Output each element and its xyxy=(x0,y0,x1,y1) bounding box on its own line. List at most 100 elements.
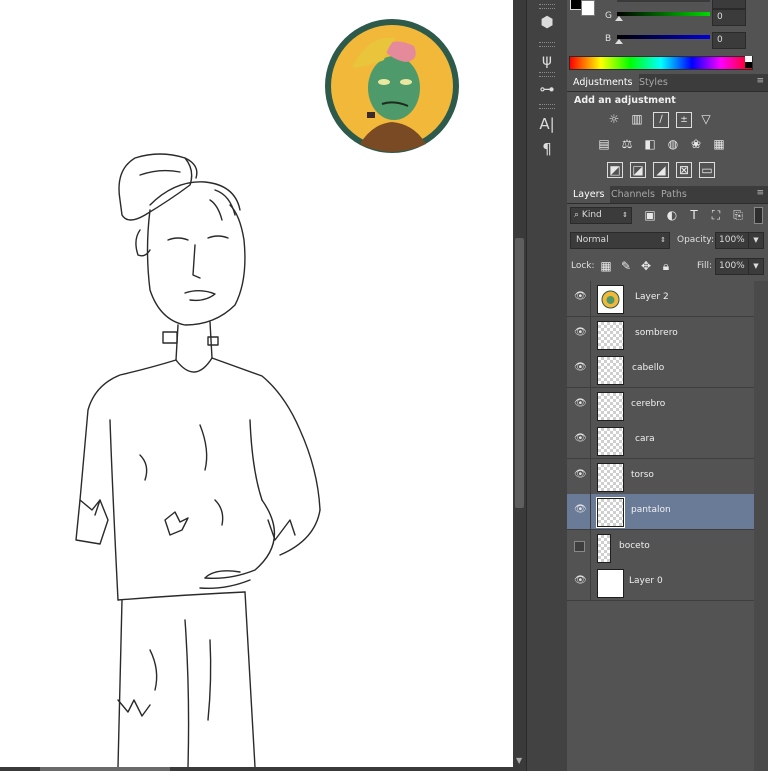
filter-toggle[interactable] xyxy=(754,207,763,224)
tab-paths[interactable]: Paths xyxy=(655,186,693,203)
color-lookup-icon[interactable]: ▦ xyxy=(712,137,726,151)
layer-thumbnail xyxy=(597,285,624,314)
invert-icon[interactable]: ◩ xyxy=(607,162,623,178)
layer-row[interactable]: 👁︎ sombrero xyxy=(567,316,754,353)
panel-menu-icon[interactable]: ≡ xyxy=(756,76,764,86)
layer-row[interactable]: 👁︎ cabello xyxy=(567,352,754,388)
paragraph-icon[interactable]: ¶ xyxy=(535,139,559,159)
character-icon[interactable]: A| xyxy=(535,114,559,134)
lock-position-icon[interactable]: ✥ xyxy=(639,259,653,273)
layer-row[interactable]: boceto xyxy=(567,529,754,566)
layer-name: cerebro xyxy=(631,398,666,409)
dock-grip[interactable] xyxy=(539,42,555,47)
hue-saturation-icon[interactable]: ▤ xyxy=(597,137,611,151)
layer-row-selected[interactable]: 👁︎ pantalon xyxy=(567,494,754,530)
tab-adjustments[interactable]: Adjustments xyxy=(567,74,639,91)
layer-row[interactable]: 👁︎ cerebro xyxy=(567,387,754,424)
visibility-toggle-off[interactable] xyxy=(574,540,585,552)
panel-menu-icon[interactable]: ≡ xyxy=(756,188,764,198)
lock-transparent-pixels-icon[interactable]: ▦ xyxy=(599,259,613,273)
fill-dropdown-button[interactable]: ▼ xyxy=(748,258,764,275)
opacity-field[interactable]: 100% xyxy=(715,232,749,249)
blend-mode-select[interactable]: Normal ⇕ xyxy=(570,232,670,249)
blend-mode-label: Normal xyxy=(576,235,609,245)
filter-pixel-icon[interactable]: ▣ xyxy=(643,208,657,222)
layer-row[interactable]: 👁︎ cara xyxy=(567,423,754,459)
chevron-down-icon: ▼ xyxy=(753,262,759,270)
tab-styles[interactable]: Styles xyxy=(633,74,674,91)
g-slider-handle-icon[interactable] xyxy=(615,16,623,21)
adjustments-heading: Add an adjustment xyxy=(574,95,676,106)
dock-grip[interactable] xyxy=(539,104,555,109)
b-slider-handle-icon[interactable] xyxy=(615,39,623,44)
b-value-field[interactable]: 0 xyxy=(712,32,746,49)
eye-visibility-icon[interactable]: 👁︎ xyxy=(574,504,587,516)
selective-color-icon[interactable]: ⊠ xyxy=(676,162,692,178)
background-color-swatch[interactable] xyxy=(581,0,595,16)
photo-filter-icon[interactable]: ◍ xyxy=(666,137,680,151)
channel-mixer-icon[interactable]: ❀ xyxy=(689,137,703,151)
brush-presets-icon[interactable]: ψ xyxy=(535,50,559,70)
search-icon: ⌕ xyxy=(574,210,580,220)
dock-grip[interactable] xyxy=(539,72,555,77)
black-white-icon[interactable]: ◧ xyxy=(643,137,657,151)
r-value-field[interactable] xyxy=(712,0,746,9)
horizontal-scrollbar-thumb[interactable] xyxy=(40,767,170,771)
filter-adjustment-icon[interactable]: ◐ xyxy=(665,208,679,222)
fill-value: 100% xyxy=(719,261,745,271)
layer-row[interactable]: 👁︎ Layer 0 xyxy=(567,565,754,601)
opacity-label: Opacity: xyxy=(677,235,714,245)
eye-visibility-icon[interactable]: 👁︎ xyxy=(574,327,587,339)
color-balance-icon[interactable]: ⚖ xyxy=(620,137,634,151)
eye-visibility-icon[interactable]: 👁︎ xyxy=(574,575,587,587)
lock-image-pixels-icon[interactable]: ✎ xyxy=(619,259,633,273)
clone-source-icon[interactable]: ⊶ xyxy=(535,79,559,99)
filter-shape-icon[interactable]: ⛶ xyxy=(709,208,723,222)
document-canvas[interactable] xyxy=(0,0,513,767)
scroll-down-arrow-icon[interactable]: ▼ xyxy=(516,756,522,765)
dock-grip[interactable] xyxy=(539,4,555,9)
tab-layers[interactable]: Layers xyxy=(567,186,611,203)
eye-visibility-icon[interactable]: 👁︎ xyxy=(574,433,587,445)
fill-label: Fill: xyxy=(697,261,713,271)
posterize-icon[interactable]: ◪ xyxy=(630,162,646,178)
vibrance-icon[interactable]: ▽ xyxy=(699,112,713,126)
layer-thumbnail xyxy=(597,533,611,563)
layer-row[interactable]: 👁︎ torso xyxy=(567,458,754,495)
b-slider[interactable] xyxy=(617,35,710,39)
layers-scrollbar[interactable] xyxy=(754,281,768,771)
filter-smart-object-icon[interactable]: ⎘ xyxy=(731,208,745,222)
filter-type-icon[interactable]: T xyxy=(687,208,701,222)
eye-visibility-icon[interactable]: 👁︎ xyxy=(574,398,587,410)
sticker-thumbnail-icon xyxy=(601,290,620,309)
levels-icon[interactable]: ▥ xyxy=(630,112,644,126)
layer-thumbnail xyxy=(597,320,624,350)
zombie-sticker-image xyxy=(325,19,459,153)
curves-icon[interactable]: ∕ xyxy=(653,112,669,128)
color-slider-top-track[interactable] xyxy=(617,0,710,2)
lock-all-icon[interactable]: 🔒︎ xyxy=(659,259,673,273)
layer-filter-kind-select[interactable]: ⌕ Kind ⇕ xyxy=(570,207,632,224)
eye-visibility-icon[interactable]: 👁︎ xyxy=(574,469,587,481)
black-white-swatch[interactable] xyxy=(745,56,752,68)
g-value-field[interactable]: 0 xyxy=(712,9,746,26)
threshold-icon[interactable]: ◢ xyxy=(653,162,669,178)
divider xyxy=(590,494,591,529)
opacity-dropdown-button[interactable]: ▼ xyxy=(748,232,764,249)
layer-row[interactable]: 👁︎ Layer 2 xyxy=(567,281,754,317)
panel-dock-strip: ⬢ ψ ⊶ A| ¶ xyxy=(526,0,568,771)
color-spectrum-bar[interactable] xyxy=(569,56,753,70)
g-slider[interactable] xyxy=(617,12,710,16)
exposure-icon[interactable]: ± xyxy=(676,112,692,128)
fill-field[interactable]: 100% xyxy=(715,258,749,275)
3d-icon[interactable]: ⬢ xyxy=(535,12,559,32)
scrollbar-thumb[interactable] xyxy=(515,238,524,508)
g-label: G xyxy=(605,11,612,21)
canvas-horizontal-scrollbar[interactable] xyxy=(0,767,526,771)
tab-channels[interactable]: Channels xyxy=(605,186,661,203)
brightness-icon[interactable]: ☼ xyxy=(607,112,621,126)
eye-visibility-icon[interactable]: 👁︎ xyxy=(574,291,587,303)
canvas-vertical-scrollbar[interactable]: ▼ xyxy=(513,0,526,767)
eye-visibility-icon[interactable]: 👁︎ xyxy=(574,362,587,374)
gradient-map-icon[interactable]: ▭ xyxy=(699,162,715,178)
